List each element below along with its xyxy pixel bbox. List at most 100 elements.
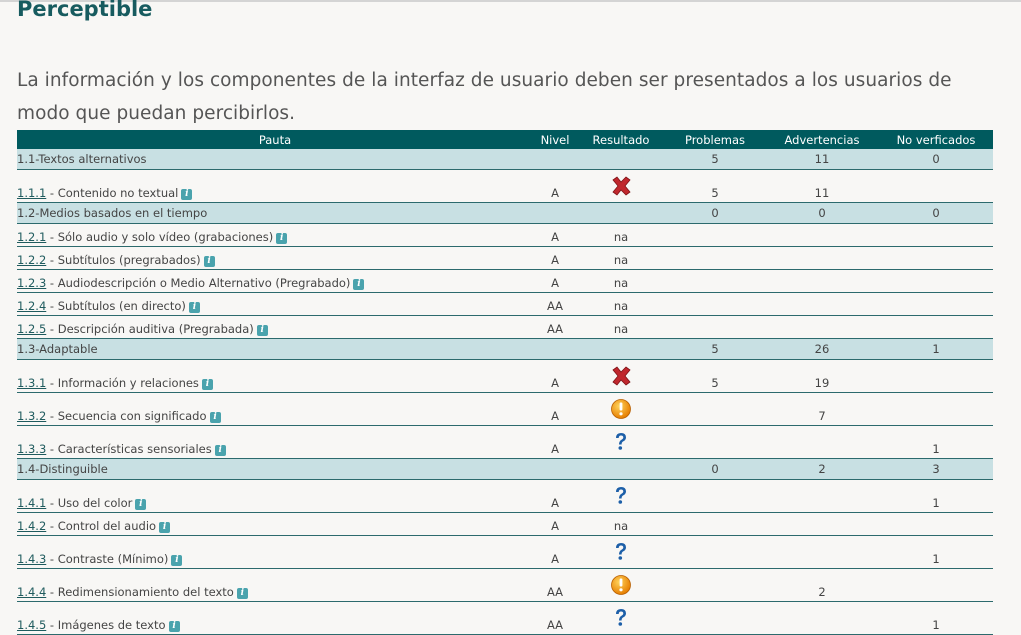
- cell-resultado: [577, 458, 665, 480]
- info-icon[interactable]: i: [214, 445, 226, 456]
- cell-advertencias: [765, 315, 879, 339]
- cell-no-verificados: 1: [879, 338, 993, 360]
- cell-problemas: [665, 292, 765, 316]
- cell-no-verificados: [879, 392, 993, 426]
- criterion-link[interactable]: 1.3.1: [17, 376, 46, 390]
- criterion-link[interactable]: 1.4.5: [17, 618, 46, 632]
- cell-nivel: AA: [533, 601, 577, 635]
- criterion-label: - Imágenes de texto: [46, 618, 166, 632]
- section-title: Perceptible: [17, 0, 153, 21]
- cell-no-verificados: 1: [879, 479, 993, 513]
- cell-no-verificados: [879, 512, 993, 536]
- header-pauta: Pauta: [17, 130, 533, 149]
- cell-problemas: [665, 269, 765, 293]
- cell-problemas: [665, 479, 765, 513]
- red-x-icon: [610, 175, 632, 200]
- cell-advertencias: 2: [765, 568, 879, 602]
- cell-pauta: 1.2.4 - Subtítulos (en directo) i: [17, 292, 533, 316]
- criterion-label: - Secuencia con significado: [46, 409, 207, 423]
- group-row: 1.3-Adaptable 5 26 1: [17, 338, 993, 360]
- cell-advertencias: 11: [765, 149, 879, 170]
- group-title: 1.4-Distinguible: [17, 458, 533, 480]
- criterion-link[interactable]: 1.3.2: [17, 409, 46, 423]
- blue-question-icon: [612, 541, 630, 566]
- criterion-link[interactable]: 1.4.3: [17, 552, 46, 566]
- criterion-link[interactable]: 1.3.3: [17, 442, 46, 456]
- cell-nivel: A: [533, 512, 577, 536]
- cell-resultado: [577, 601, 665, 635]
- criterion-link[interactable]: 1.2.2: [17, 253, 46, 267]
- table-row: 1.2.5 - Descripción auditiva (Pregrabada…: [17, 315, 993, 339]
- criterion-link[interactable]: 1.1.1: [17, 186, 46, 200]
- cell-no-verificados: [879, 359, 993, 393]
- header-no-verificados: No verficados: [879, 130, 993, 149]
- info-icon[interactable]: i: [168, 621, 180, 632]
- header-resultado: Resultado: [577, 130, 665, 149]
- cell-nivel: [533, 338, 577, 360]
- criterion-label: - Información y relaciones: [46, 376, 199, 390]
- info-icon[interactable]: i: [181, 189, 193, 200]
- criterion-link[interactable]: 1.2.1: [17, 230, 46, 244]
- cell-pauta: 1.2.2 - Subtítulos (pregrabados) i: [17, 246, 533, 270]
- cell-nivel: AA: [533, 292, 577, 316]
- criterion-link[interactable]: 1.2.4: [17, 299, 46, 313]
- cell-nivel: A: [533, 223, 577, 247]
- cell-no-verificados: [879, 269, 993, 293]
- cell-nivel: A: [533, 392, 577, 426]
- cell-nivel: A: [533, 425, 577, 459]
- info-icon[interactable]: i: [256, 325, 268, 336]
- cell-resultado: [577, 425, 665, 459]
- cell-no-verificados: 1: [879, 535, 993, 569]
- table-header-row: Pauta Nivel Resultado Problemas Adverten…: [17, 130, 993, 149]
- cell-resultado: [577, 202, 665, 224]
- cell-problemas: 5: [665, 169, 765, 203]
- cell-resultado: [577, 169, 665, 203]
- info-icon[interactable]: i: [159, 522, 171, 533]
- header-problemas: Problemas: [665, 130, 765, 149]
- criterion-label: - Redimensionamiento del texto: [46, 585, 234, 599]
- info-icon[interactable]: i: [201, 379, 213, 390]
- blue-question-icon: [612, 607, 630, 632]
- group-row: 1.1-Textos alternativos 5 11 0: [17, 149, 993, 170]
- info-icon[interactable]: i: [209, 412, 221, 423]
- criterion-link[interactable]: 1.2.3: [17, 276, 46, 290]
- cell-nivel: A: [533, 359, 577, 393]
- group-row: 1.2-Medios basados en el tiempo 0 0 0: [17, 202, 993, 224]
- cell-nivel: [533, 149, 577, 170]
- cell-problemas: [665, 425, 765, 459]
- table-row: 1.2.2 - Subtítulos (pregrabados) i Ana: [17, 246, 993, 270]
- table-row: 1.4.3 - Contraste (Mínimo) i A 1: [17, 535, 993, 569]
- criterion-link[interactable]: 1.2.5: [17, 322, 46, 336]
- cell-nivel: A: [533, 246, 577, 270]
- table-row: 1.4.4 - Redimensionamiento del texto i AA 2: [17, 568, 993, 602]
- cell-pauta: 1.3.1 - Información y relaciones i: [17, 359, 533, 393]
- cell-pauta: 1.3.3 - Características sensoriales i: [17, 425, 533, 459]
- blue-question-icon: [612, 431, 630, 456]
- cell-advertencias: [765, 601, 879, 635]
- info-icon[interactable]: i: [236, 588, 248, 599]
- cell-resultado: [577, 359, 665, 393]
- cell-problemas: 5: [665, 149, 765, 170]
- table-row: 1.2.3 - Audiodescripción o Medio Alterna…: [17, 269, 993, 293]
- criterion-label: - Características sensoriales: [46, 442, 212, 456]
- table-row: 1.2.1 - Sólo audio y solo vídeo (grabaci…: [17, 223, 993, 247]
- criterion-link[interactable]: 1.4.2: [17, 519, 46, 533]
- info-icon[interactable]: i: [203, 256, 215, 267]
- cell-nivel: [533, 458, 577, 480]
- criterion-link[interactable]: 1.4.1: [17, 496, 46, 510]
- info-icon[interactable]: i: [135, 499, 147, 510]
- info-icon[interactable]: i: [188, 302, 200, 313]
- info-icon[interactable]: i: [276, 233, 288, 244]
- cell-advertencias: [765, 479, 879, 513]
- cell-problemas: 0: [665, 202, 765, 224]
- cell-resultado: na: [577, 269, 665, 293]
- info-icon[interactable]: i: [353, 279, 365, 290]
- cell-resultado: na: [577, 246, 665, 270]
- info-icon[interactable]: i: [171, 555, 183, 566]
- cell-advertencias: 2: [765, 458, 879, 480]
- cell-pauta: 1.2.5 - Descripción auditiva (Pregrabada…: [17, 315, 533, 339]
- cell-advertencias: [765, 269, 879, 293]
- criterion-link[interactable]: 1.4.4: [17, 585, 46, 599]
- table-row: 1.3.3 - Características sensoriales i A 1: [17, 425, 993, 459]
- table-row: 1.2.4 - Subtítulos (en directo) i AA na: [17, 292, 993, 316]
